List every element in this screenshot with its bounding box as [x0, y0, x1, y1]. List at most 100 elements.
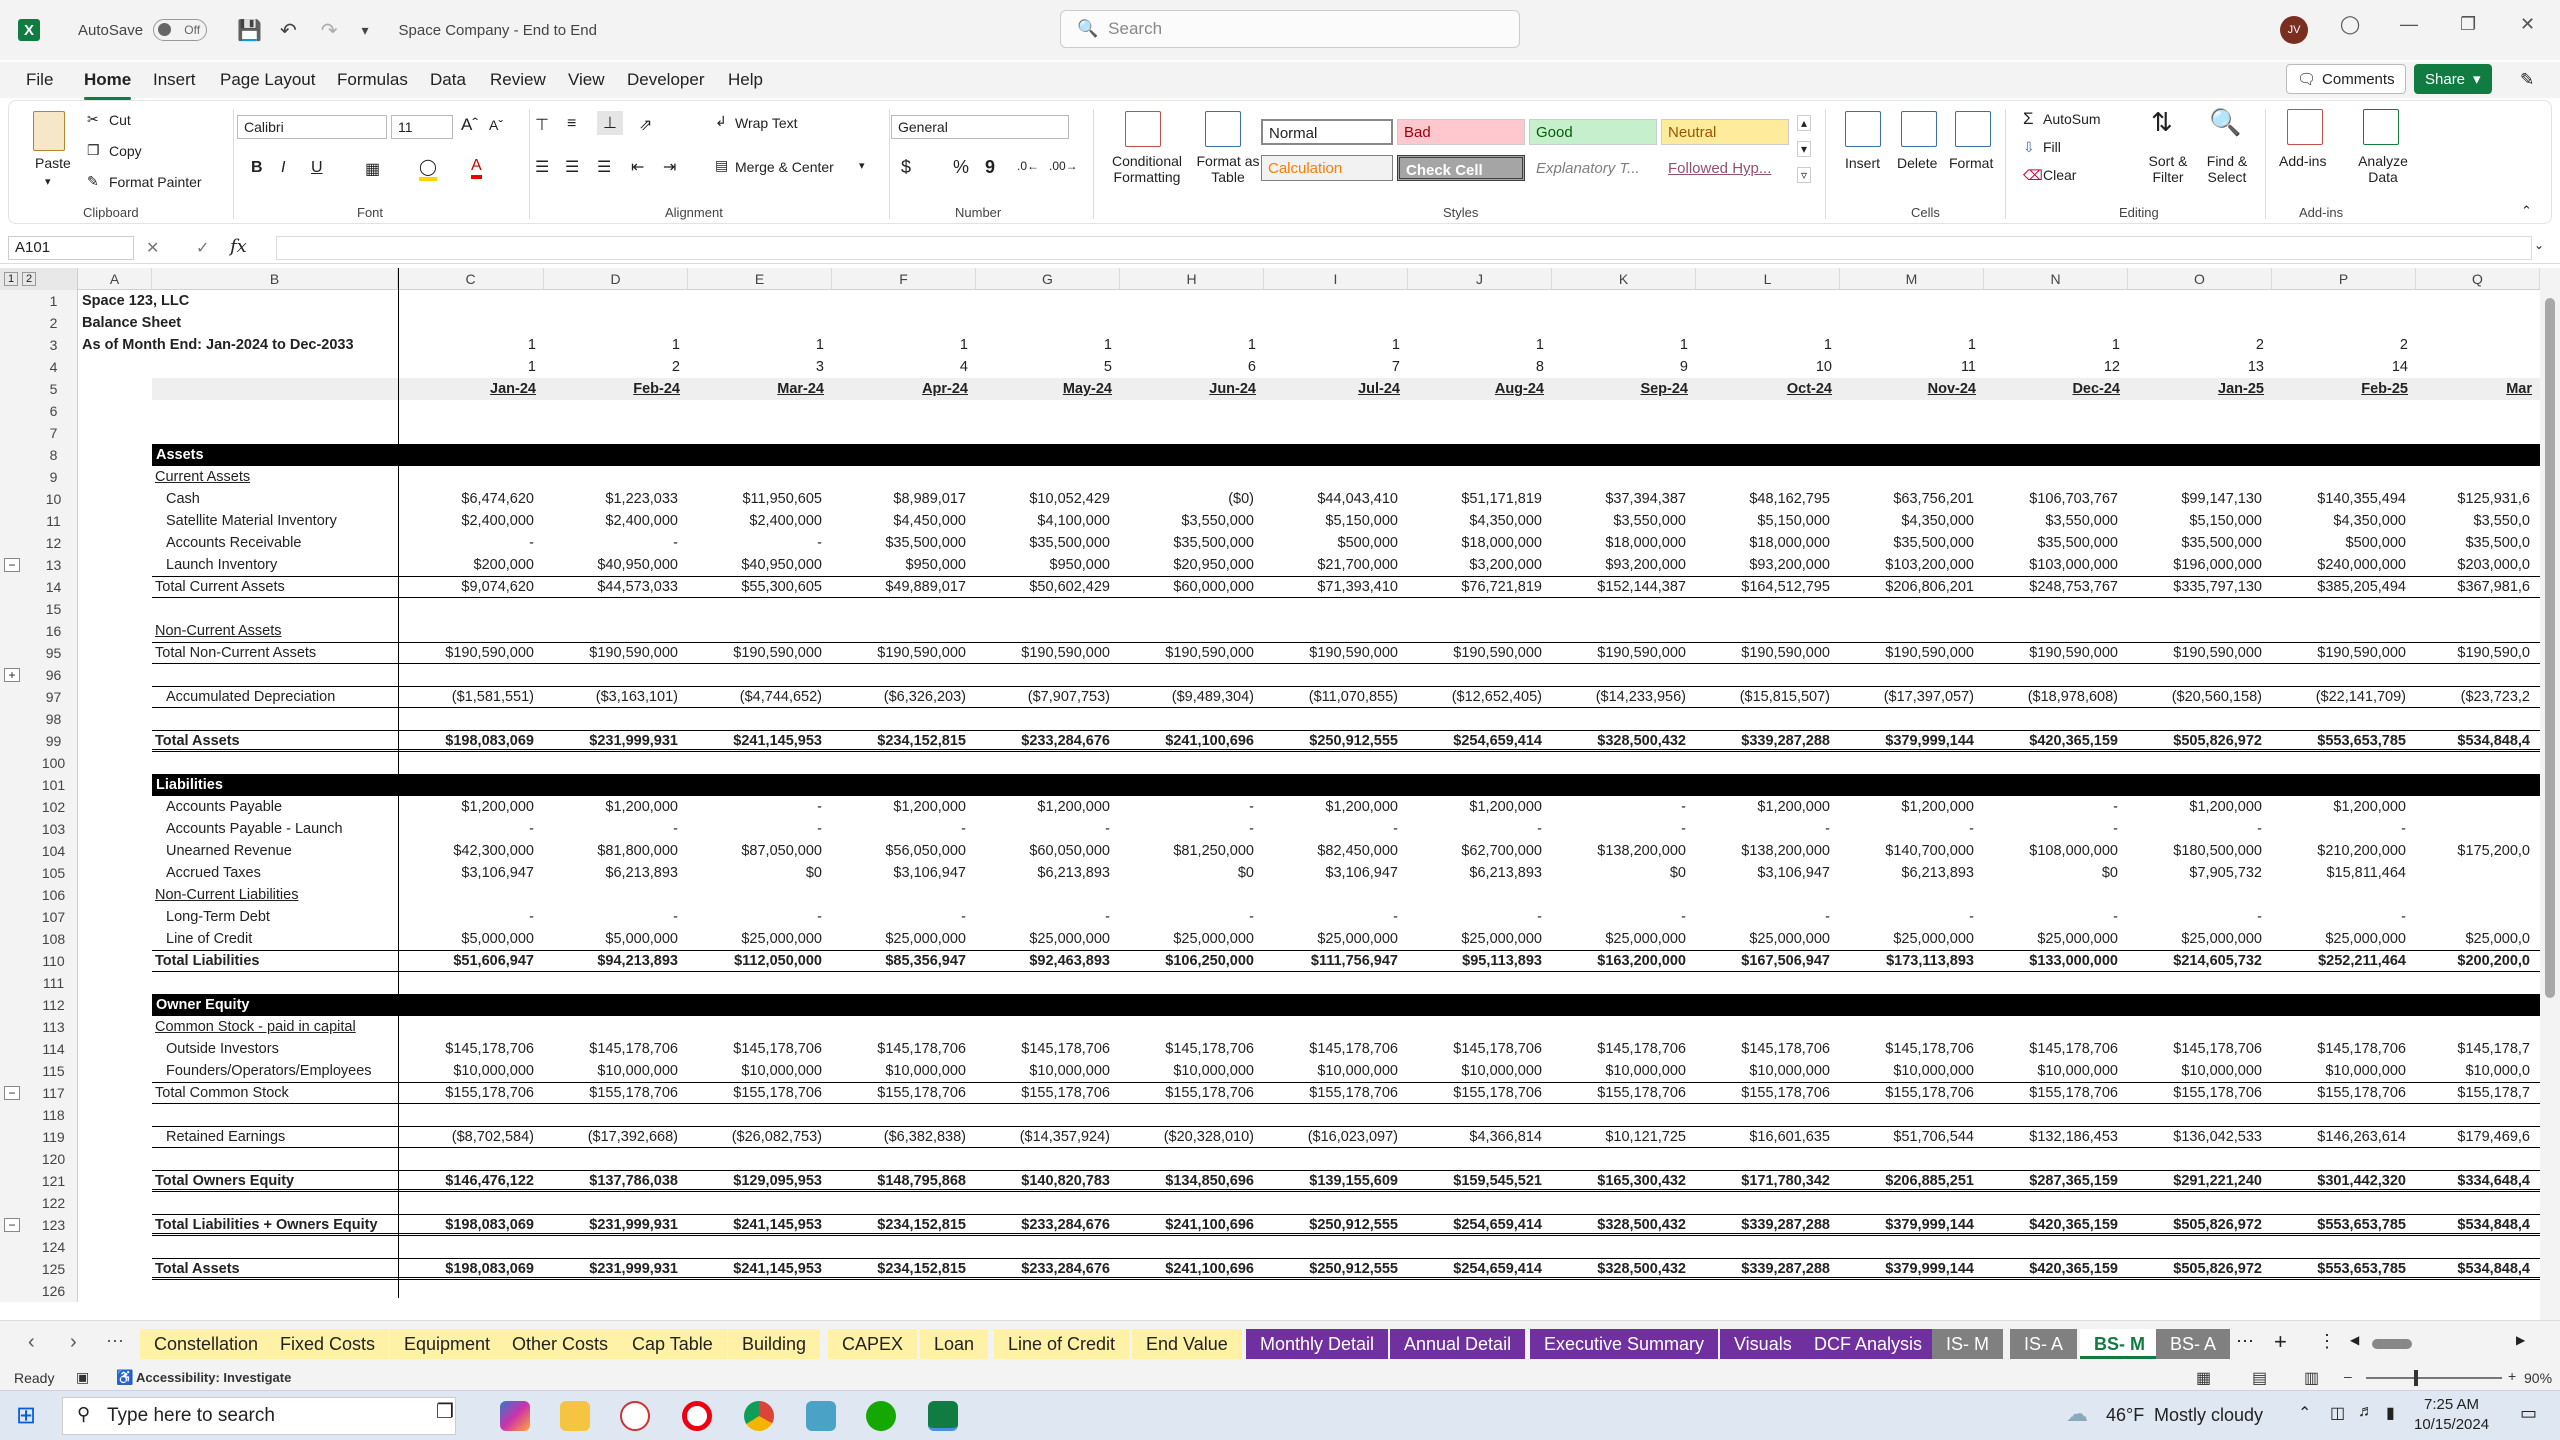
row-number[interactable]: 99	[30, 730, 78, 752]
volume-icon[interactable]: ♬	[2358, 1403, 2374, 1421]
value-cell[interactable]: $20,950,000	[1120, 557, 1254, 574]
value-cell[interactable]: $250,912,555	[1264, 1261, 1398, 1278]
value-cell[interactable]: $145,178,706	[1984, 1041, 2118, 1058]
value-cell[interactable]: $155,178,706	[1408, 1085, 1542, 1102]
paste-icon[interactable]	[33, 111, 65, 151]
value-cell[interactable]: $241,145,953	[688, 1217, 822, 1234]
value-cell[interactable]: $6,213,893	[1408, 865, 1542, 882]
value-cell[interactable]: -	[832, 821, 966, 838]
value-cell[interactable]: $18,000,000	[1552, 535, 1686, 552]
value-cell[interactable]: $21,700,000	[1264, 557, 1398, 574]
column-header-q[interactable]: Q	[2416, 268, 2540, 290]
value-cell[interactable]: $60,000,000	[1120, 579, 1254, 596]
column-header-m[interactable]: M	[1840, 268, 1984, 290]
value-cell[interactable]: $48,162,795	[1696, 491, 1830, 508]
value-cell[interactable]: $16,601,635	[1696, 1129, 1830, 1146]
month-index-cell[interactable]: 9	[1552, 359, 1688, 376]
value-cell[interactable]: $5,150,000	[1264, 513, 1398, 530]
value-cell[interactable]: $190,590,000	[976, 645, 1110, 662]
grand-total-label[interactable]: Total Assets	[155, 733, 387, 750]
value-cell[interactable]: $25,000,000	[1984, 931, 2118, 948]
sheet-tab-building[interactable]: Building	[728, 1329, 821, 1359]
value-cell[interactable]: $155,178,706	[398, 1085, 534, 1102]
value-cell[interactable]: $179,469,6	[2416, 1129, 2530, 1146]
zoom-in-icon[interactable]: +	[2508, 1368, 2516, 1384]
value-cell[interactable]: $167,506,947	[1696, 953, 1830, 970]
expand-group-icon[interactable]: +	[4, 668, 20, 682]
value-cell[interactable]: ($8,702,584)	[398, 1129, 534, 1146]
value-cell[interactable]: $6,213,893	[544, 865, 678, 882]
value-cell[interactable]: -	[976, 821, 1110, 838]
scroll-right-icon[interactable]: ▶	[2516, 1333, 2525, 1347]
value-cell[interactable]: $145,178,706	[1408, 1041, 1542, 1058]
month-index-cell[interactable]: 13	[2128, 359, 2264, 376]
scroll-left-icon[interactable]: ◀	[2350, 1333, 2359, 1347]
value-cell[interactable]: $500,000	[2272, 535, 2406, 552]
menu-file[interactable]: File	[26, 70, 53, 90]
ribbon-options-icon[interactable]: ✎	[2520, 70, 2534, 90]
value-cell[interactable]: $140,820,783	[976, 1173, 1110, 1190]
value-cell[interactable]: $148,795,868	[832, 1173, 966, 1190]
value-cell[interactable]: -	[398, 909, 534, 926]
bold-icon[interactable]: B	[251, 159, 263, 177]
value-cell[interactable]: $190,590,000	[544, 645, 678, 662]
value-cell[interactable]: $60,050,000	[976, 843, 1110, 860]
value-cell[interactable]: $106,250,000	[1120, 953, 1254, 970]
value-cell[interactable]: $241,100,696	[1120, 1261, 1254, 1278]
value-cell[interactable]: $10,000,000	[1984, 1063, 2118, 1080]
value-cell[interactable]: $233,284,676	[976, 1261, 1110, 1278]
value-cell[interactable]: $42,300,000	[398, 843, 534, 860]
value-cell[interactable]: -	[1984, 821, 2118, 838]
value-cell[interactable]: $129,095,953	[688, 1173, 822, 1190]
value-cell[interactable]: $196,000,000	[2128, 557, 2262, 574]
column-header-i[interactable]: I	[1264, 268, 1408, 290]
style-normal[interactable]: Normal	[1261, 119, 1393, 145]
line-item-label[interactable]: Cash	[166, 491, 398, 508]
month-index-cell[interactable]: 6	[1120, 359, 1256, 376]
value-cell[interactable]: $248,753,767	[1984, 579, 2118, 596]
value-cell[interactable]: $3,106,947	[832, 865, 966, 882]
value-cell[interactable]: -	[1840, 909, 1974, 926]
value-cell[interactable]: $198,083,069	[398, 733, 534, 750]
column-header-a[interactable]: A	[78, 268, 152, 290]
value-cell[interactable]: $25,000,000	[832, 931, 966, 948]
value-cell[interactable]: $8,989,017	[832, 491, 966, 508]
column-header-h[interactable]: H	[1120, 268, 1264, 290]
value-cell[interactable]: $1,200,000	[1840, 799, 1974, 816]
value-cell[interactable]: -	[2128, 821, 2262, 838]
value-cell[interactable]: $145,178,706	[2272, 1041, 2406, 1058]
copilot-icon[interactable]	[500, 1401, 530, 1431]
percent-icon[interactable]: %	[953, 157, 969, 178]
collapse-group-icon[interactable]: −	[4, 558, 20, 572]
value-cell[interactable]: $1,200,000	[398, 799, 534, 816]
total-label[interactable]: Total Common Stock	[155, 1085, 387, 1102]
value-cell[interactable]: $25,000,000	[1840, 931, 1974, 948]
line-item-label[interactable]: Retained Earnings	[166, 1129, 398, 1146]
value-cell[interactable]: $385,205,494	[2272, 579, 2406, 596]
row-number[interactable]: 101	[30, 774, 78, 796]
row-number[interactable]: 114	[30, 1038, 78, 1060]
value-cell[interactable]: -	[688, 821, 822, 838]
value-cell[interactable]: $106,703,767	[1984, 491, 2118, 508]
value-cell[interactable]: $420,365,159	[1984, 733, 2118, 750]
value-cell[interactable]: -	[544, 821, 678, 838]
weather-desc[interactable]: Mostly cloudy	[2154, 1405, 2263, 1426]
value-cell[interactable]: $534,848,4	[2416, 1261, 2530, 1278]
value-cell[interactable]: $5,150,000	[1696, 513, 1830, 530]
row-number[interactable]: 1	[30, 290, 78, 312]
horizontal-scrollbar[interactable]: ◀ ▶	[2350, 1333, 2530, 1351]
value-cell[interactable]: $328,500,432	[1552, 733, 1686, 750]
value-cell[interactable]: -	[2272, 821, 2406, 838]
value-cell[interactable]: $108,000,000	[1984, 843, 2118, 860]
value-cell[interactable]: $7,905,732	[2128, 865, 2262, 882]
value-cell[interactable]: $171,780,342	[1696, 1173, 1830, 1190]
value-cell[interactable]: $252,211,464	[2272, 953, 2406, 970]
italic-icon[interactable]: I	[281, 159, 285, 177]
column-header-j[interactable]: J	[1408, 268, 1552, 290]
line-item-label[interactable]: Accounts Payable	[166, 799, 398, 816]
style-neutral[interactable]: Neutral	[1661, 119, 1789, 145]
value-cell[interactable]: $93,200,000	[1552, 557, 1686, 574]
value-cell[interactable]: $35,500,0	[2416, 535, 2530, 552]
sheet-tab-equipment[interactable]: Equipment	[390, 1329, 505, 1359]
value-cell[interactable]: $51,606,947	[398, 953, 534, 970]
